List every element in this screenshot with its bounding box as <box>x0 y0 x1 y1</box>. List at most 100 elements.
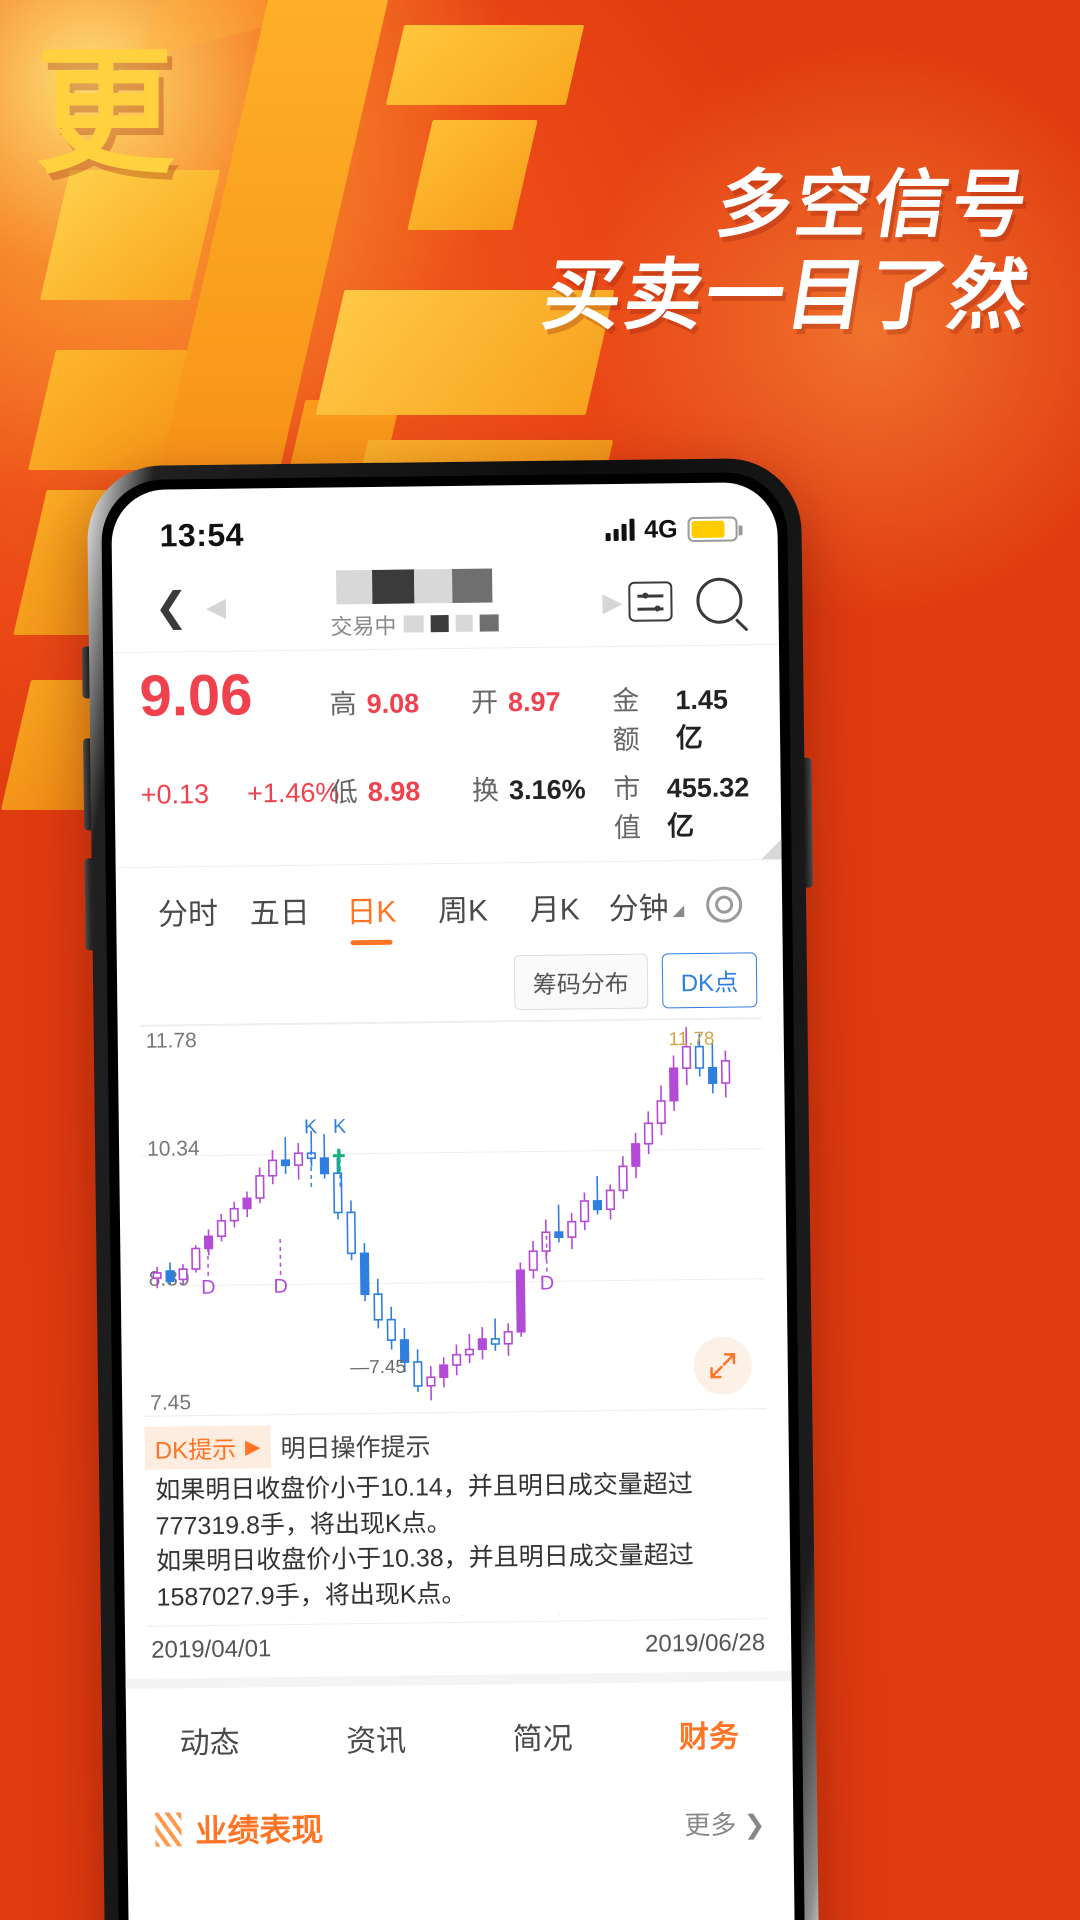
quote-panel: 9.06 高 9.08 开 8.97 金额 1.45亿 +0.13 +1.46%… <box>113 643 782 869</box>
poster-decor-bar <box>385 25 585 105</box>
poster-headline-line1: 多空信号 <box>711 162 1037 248</box>
sliders-icon[interactable] <box>628 581 673 622</box>
app-navigation-bar: ❮ ◀ 交易中 ▶ <box>112 556 779 652</box>
kline-period-tabs: 分时 五日 日K 周K 月K 分钟 ◢ <box>116 860 783 956</box>
back-button[interactable]: ❮ <box>142 585 200 629</box>
current-price: 9.06 <box>139 662 253 729</box>
price-change: +0.13 <box>140 778 210 810</box>
dk-tip-line: 如果明日收盘价小于10.14，并且明日成交量超过777319.8手，将出现K点。 <box>155 1470 693 1541</box>
quote-label-high: 高 <box>329 689 357 720</box>
battery-icon <box>687 515 738 542</box>
poster-headline-line2: 买卖一目了然 <box>537 251 1038 341</box>
quote-value-low: 8.98 <box>367 776 421 808</box>
trading-status-label: 交易中 <box>330 613 397 639</box>
dk-tip-line: 如果明日收盘价小于10.38，并且明日成交量超过1587027.9手，将出现K点… <box>155 1541 694 1612</box>
svg-text:D: D <box>201 1277 216 1299</box>
svg-text:11.78: 11.78 <box>668 1029 714 1051</box>
phone-screen: 13:54 4G ❮ ◀ 交易中 ▶ 9.06 高 9.08 开 8.97 金额… <box>111 481 796 1920</box>
status-bar: 13:54 4G <box>111 482 778 564</box>
poster-decor-bar <box>407 120 538 230</box>
chart-overlay-chips: 筹码分布 DK点 <box>117 948 784 1025</box>
svg-text:—7.45: —7.45 <box>350 1357 406 1379</box>
tab-dongtai[interactable]: 动态 <box>126 1717 293 1763</box>
section-more-link[interactable]: 更多 ❯ <box>684 1804 765 1842</box>
tab-label: 分钟 <box>608 892 669 927</box>
prev-stock-icon[interactable]: ◀ <box>200 591 232 622</box>
quote-value-high: 9.08 <box>366 688 420 720</box>
poster-glyph-geng: 更 <box>36 32 174 193</box>
dk-tip-block: DK提示 ▶ 明日操作提示 如果明日收盘价小于10.14，并且明日成交量超过77… <box>144 1409 768 1620</box>
quote-field-low: 低 8.98 <box>330 769 472 810</box>
quote-label-amount: 金额 <box>612 685 640 756</box>
chart-date-start: 2019/04/01 <box>151 1635 272 1664</box>
tab-label: 日K <box>346 895 397 930</box>
section-title-group: 业绩表现 <box>155 1805 324 1853</box>
nav-action-icons <box>628 577 749 624</box>
tab-fenshi[interactable]: 分时 <box>142 889 234 948</box>
chevron-right-icon: ❯ <box>743 1808 766 1839</box>
phone-volume-up-button <box>83 738 92 831</box>
next-stock-icon[interactable]: ▶ <box>596 586 628 617</box>
chip-dk-point[interactable]: DK点 <box>661 952 758 1009</box>
tab-wuri[interactable]: 五日 <box>234 888 326 947</box>
expand-arrows-icon <box>710 1353 736 1379</box>
tab-zixun[interactable]: 资讯 <box>293 1715 460 1761</box>
chart-date-end: 2019/06/28 <box>644 1629 766 1658</box>
price-change-percent: +1.46% <box>246 777 340 809</box>
tab-jiankuang[interactable]: 简况 <box>459 1713 626 1759</box>
dk-badge-label: DK提示 <box>154 1436 237 1465</box>
tab-zhouk[interactable]: 周K <box>417 885 509 944</box>
phone-bezel: 13:54 4G ❮ ◀ 交易中 ▶ 9.06 高 9.08 开 8.97 金额… <box>100 471 806 1920</box>
tab-caiwu[interactable]: 财务 <box>626 1711 793 1757</box>
phone-mockup: 13:54 4G ❮ ◀ 交易中 ▶ 9.06 高 9.08 开 8.97 金额… <box>81 457 820 1920</box>
quote-value-amount: 1.45亿 <box>675 684 729 754</box>
svg-text:D: D <box>273 1276 288 1298</box>
dk-tip-title: 明日操作提示 <box>280 1432 431 1463</box>
chevron-down-icon: ◢ <box>672 902 685 920</box>
quote-label-open: 开 <box>470 687 499 718</box>
tab-label: 月K <box>529 893 580 928</box>
stock-title-block: 交易中 <box>232 567 597 642</box>
detail-section-tabs: 动态 资讯 简况 财务 <box>125 1670 793 1790</box>
quote-value-turnover: 3.16% <box>508 774 586 806</box>
stock-status-row: 交易中 <box>330 607 499 641</box>
quote-field-high: 高 9.08 <box>329 681 471 722</box>
status-indicators: 4G <box>605 514 738 545</box>
search-icon[interactable] <box>696 577 743 624</box>
signal-bars-icon <box>605 518 635 542</box>
quote-value-marketcap: 455.32亿 <box>666 772 750 842</box>
candlestick-chart[interactable]: 11.78 10.34 8.89 7.45 KKDDD11.78—7.45 <box>139 1017 767 1417</box>
network-type-label: 4G <box>644 514 678 544</box>
gear-icon <box>705 886 743 923</box>
chart-settings-button[interactable] <box>692 886 757 937</box>
tab-fenzhong[interactable]: 分钟 ◢ <box>600 883 692 942</box>
quote-change-block: +0.13 +1.46% <box>140 775 340 810</box>
svg-text:K: K <box>304 1116 318 1138</box>
chip-chouma-fenbu[interactable]: 筹码分布 <box>513 953 649 1011</box>
quote-field-amount: 金额 1.45亿 <box>612 677 754 757</box>
phone-mute-switch <box>81 646 90 699</box>
dk-tip-badge[interactable]: DK提示 ▶ <box>144 1425 271 1470</box>
phone-volume-down-button <box>84 858 93 951</box>
tab-label: 周K <box>437 894 489 929</box>
quote-value-open: 8.97 <box>507 686 561 718</box>
svg-text:K: K <box>333 1116 347 1138</box>
quote-label-turnover: 换 <box>471 775 500 806</box>
chart-markers-svg: K K D D D 11.78 —7.45 <box>201 1029 715 1379</box>
tab-rik[interactable]: 日K <box>325 886 417 945</box>
tab-label: 五日 <box>249 896 310 931</box>
chart-date-range: 2019/04/01 2019/06/28 <box>146 1618 770 1679</box>
dk-tip-body: 如果明日收盘价小于10.14，并且明日成交量超过777319.8手，将出现K点。… <box>145 1462 769 1620</box>
quote-field-turnover: 换 3.16% <box>472 767 614 808</box>
tab-yuek[interactable]: 月K <box>509 884 601 943</box>
triangle-right-icon: ▶ <box>244 1436 261 1459</box>
tab-label: 分时 <box>157 897 219 932</box>
section-title: 业绩表现 <box>195 1811 324 1850</box>
quote-field-marketcap: 市值 455.32亿 <box>613 765 755 845</box>
quote-row-2: +0.13 +1.46% 低 8.98 换 3.16% 市值 455.32亿 <box>140 765 755 850</box>
quote-field-open: 开 8.97 <box>471 679 613 720</box>
stock-name-masked <box>335 567 493 604</box>
quote-price-block: 9.06 <box>139 662 330 729</box>
section-more-label: 更多 <box>684 1809 737 1840</box>
quote-expand-corner-icon[interactable] <box>761 838 782 860</box>
